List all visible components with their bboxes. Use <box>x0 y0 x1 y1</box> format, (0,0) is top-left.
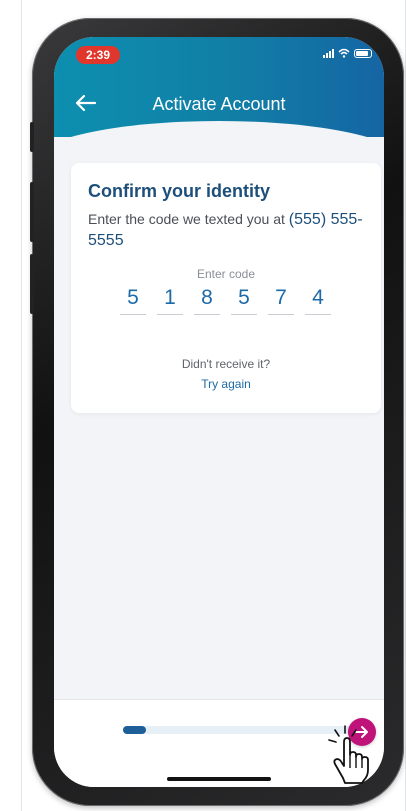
card-title: Confirm your identity <box>88 181 271 201</box>
progress-fill <box>123 726 146 734</box>
wifi-icon <box>338 48 350 58</box>
code-input-row[interactable]: 5 1 8 5 7 4 <box>120 286 331 315</box>
code-digit-6[interactable]: 4 <box>305 286 331 315</box>
page-title: Activate Account <box>152 94 286 114</box>
header-curve <box>54 121 384 161</box>
phone-screen: 2:39 Activate Account Confirm your ident… <box>54 37 384 787</box>
battery-icon <box>354 48 372 58</box>
status-time: 2:39 <box>76 46 120 64</box>
phone-side-button <box>30 122 34 152</box>
code-label: Enter code <box>196 267 256 281</box>
phone-volume-up-button <box>30 182 34 242</box>
code-digit-3[interactable]: 8 <box>194 286 220 315</box>
status-icons <box>323 48 372 58</box>
code-digit-5[interactable]: 7 <box>268 286 294 315</box>
phone-volume-down-button <box>30 254 34 314</box>
app-header: 2:39 Activate Account <box>54 37 384 161</box>
code-digit-4[interactable]: 5 <box>231 286 257 315</box>
hand-pointer-icon <box>328 725 369 784</box>
resend-question: Didn't receive it? <box>181 357 271 371</box>
home-indicator <box>167 777 271 781</box>
try-again-link[interactable]: Try again <box>71 377 381 391</box>
cellular-signal-icon <box>323 48 334 58</box>
card-subtitle-text: Enter the code we texted you at <box>88 211 285 227</box>
progress-track <box>123 726 353 734</box>
code-digit-1[interactable]: 5 <box>120 286 146 315</box>
frame-edge-left <box>21 0 22 811</box>
code-digit-2[interactable]: 1 <box>157 286 183 315</box>
identity-card: Confirm your identity Enter the code we … <box>71 163 381 413</box>
screenshot-stage: 2:39 Activate Account Confirm your ident… <box>0 0 406 811</box>
card-subtitle: Enter the code we texted you at (555) 55… <box>88 209 373 251</box>
